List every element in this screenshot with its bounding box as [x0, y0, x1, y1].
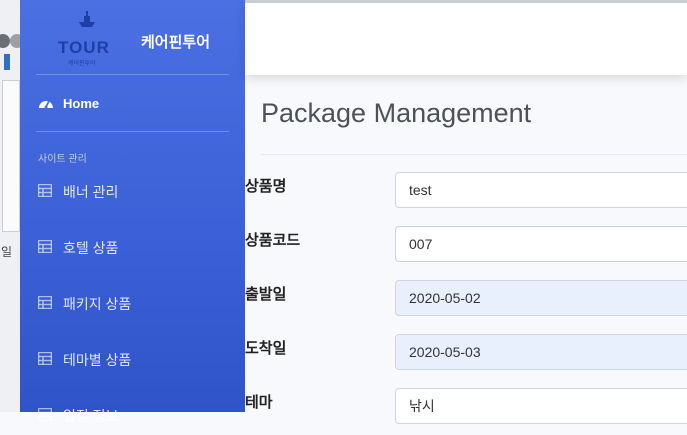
table-icon	[38, 352, 52, 365]
product-code-input[interactable]	[395, 226, 687, 262]
theme-label: 테마	[245, 394, 273, 411]
background-window-strip: 일	[0, 0, 24, 412]
product-code-label: 상품코드	[245, 232, 301, 249]
sidebar-item-banner[interactable]: 배너 관리	[20, 171, 245, 211]
product-name-label: 상품명	[245, 178, 287, 195]
page-title: Package Management	[261, 98, 532, 128]
departure-date-input[interactable]	[395, 280, 687, 316]
tour-logo: TOUR 케어핀투어	[56, 8, 116, 68]
main-content: Package Management 상품명 상품코드 출발일 도착일 테마	[245, 72, 687, 424]
sidebar-item-label: 일정 정보	[63, 408, 119, 424]
logo-text: TOUR	[58, 38, 110, 57]
sidebar-brand[interactable]: TOUR 케어핀투어 케어핀투어	[20, 0, 245, 74]
sidebar-section-heading: 사이트 관리	[38, 154, 87, 165]
sidebar-item-hotel[interactable]: 호텔 상품	[20, 227, 245, 267]
table-icon	[38, 408, 52, 421]
sidebar-item-label: 배너 관리	[63, 184, 119, 200]
background-window-accent	[4, 54, 10, 70]
sidebar-item-package[interactable]: 패키지 상품	[20, 283, 245, 323]
sidebar-item-label: 패키지 상품	[63, 296, 132, 312]
sidebar-item-home[interactable]: Home	[20, 86, 245, 120]
table-icon	[38, 184, 52, 197]
ship-icon	[79, 11, 95, 27]
brand-name: 케어핀투어	[141, 34, 211, 51]
theme-input[interactable]	[395, 388, 687, 424]
arrival-date-input[interactable]	[395, 334, 687, 370]
sidebar-divider	[36, 74, 229, 75]
title-divider	[261, 154, 687, 155]
sidebar: TOUR 케어핀투어 케어핀투어 Home 사이트 관리 배너 관리 호텔 상품	[20, 0, 245, 424]
window-control-icon[interactable]	[0, 34, 10, 48]
sidebar-item-label: 테마별 상품	[63, 352, 132, 368]
product-name-input[interactable]	[395, 172, 687, 208]
arrival-date-label: 도착일	[245, 340, 287, 357]
logo-subtext: 케어핀투어	[68, 61, 96, 67]
sidebar-item-label: Home	[63, 96, 100, 111]
sidebar-item-theme[interactable]: 테마별 상품	[20, 339, 245, 379]
table-icon	[38, 240, 52, 253]
background-window-text: 일	[1, 245, 13, 259]
departure-date-label: 출발일	[245, 286, 287, 303]
background-window-pane	[2, 80, 20, 232]
sidebar-divider	[36, 131, 229, 132]
sidebar-item-schedule[interactable]: 일정 정보	[20, 395, 245, 435]
table-icon	[38, 296, 52, 309]
topbar	[245, 0, 687, 75]
sidebar-item-label: 호텔 상품	[63, 240, 119, 256]
tachometer-icon	[39, 100, 53, 109]
